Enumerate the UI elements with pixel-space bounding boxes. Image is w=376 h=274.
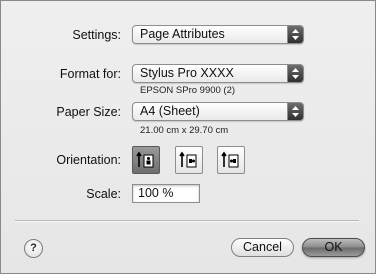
paper-size-label: Paper Size:	[56, 105, 121, 119]
paper-size-value: A4 (Sheet)	[140, 104, 200, 118]
format-for-label: Format for:	[59, 67, 121, 81]
orientation-landscape-button[interactable]	[175, 146, 203, 174]
orientation-landscape-reversed-button[interactable]	[217, 146, 245, 174]
scale-input[interactable]: 100 %	[132, 184, 200, 203]
updown-arrows-icon	[287, 26, 303, 43]
cancel-button[interactable]: Cancel	[231, 238, 294, 257]
landscape-person-icon	[179, 151, 197, 168]
updown-arrows-icon	[287, 103, 303, 120]
format-for-value: Stylus Pro XXXX	[140, 66, 234, 80]
format-for-popup[interactable]: Stylus Pro XXXX	[132, 64, 304, 83]
scale-label: Scale:	[86, 187, 121, 201]
portrait-person-icon	[136, 151, 154, 168]
scale-value: 100 %	[138, 186, 174, 200]
settings-value: Page Attributes	[140, 27, 225, 41]
page-setup-dialog: Settings: Page Attributes Format for: St…	[0, 0, 376, 274]
orientation-label: Orientation:	[56, 153, 121, 167]
paper-size-popup[interactable]: A4 (Sheet)	[132, 102, 304, 121]
divider	[15, 220, 359, 222]
settings-popup[interactable]: Page Attributes	[132, 25, 304, 44]
ok-button[interactable]: OK	[302, 238, 365, 257]
updown-arrows-icon	[287, 65, 303, 82]
help-button[interactable]: ?	[24, 239, 43, 258]
orientation-portrait-button[interactable]	[132, 146, 160, 174]
printer-name: EPSON SPro 9900 (2)	[140, 85, 236, 96]
settings-label: Settings:	[72, 28, 121, 42]
landscape-reversed-person-icon	[221, 151, 239, 168]
paper-dimensions: 21.00 cm x 29.70 cm	[140, 125, 229, 136]
